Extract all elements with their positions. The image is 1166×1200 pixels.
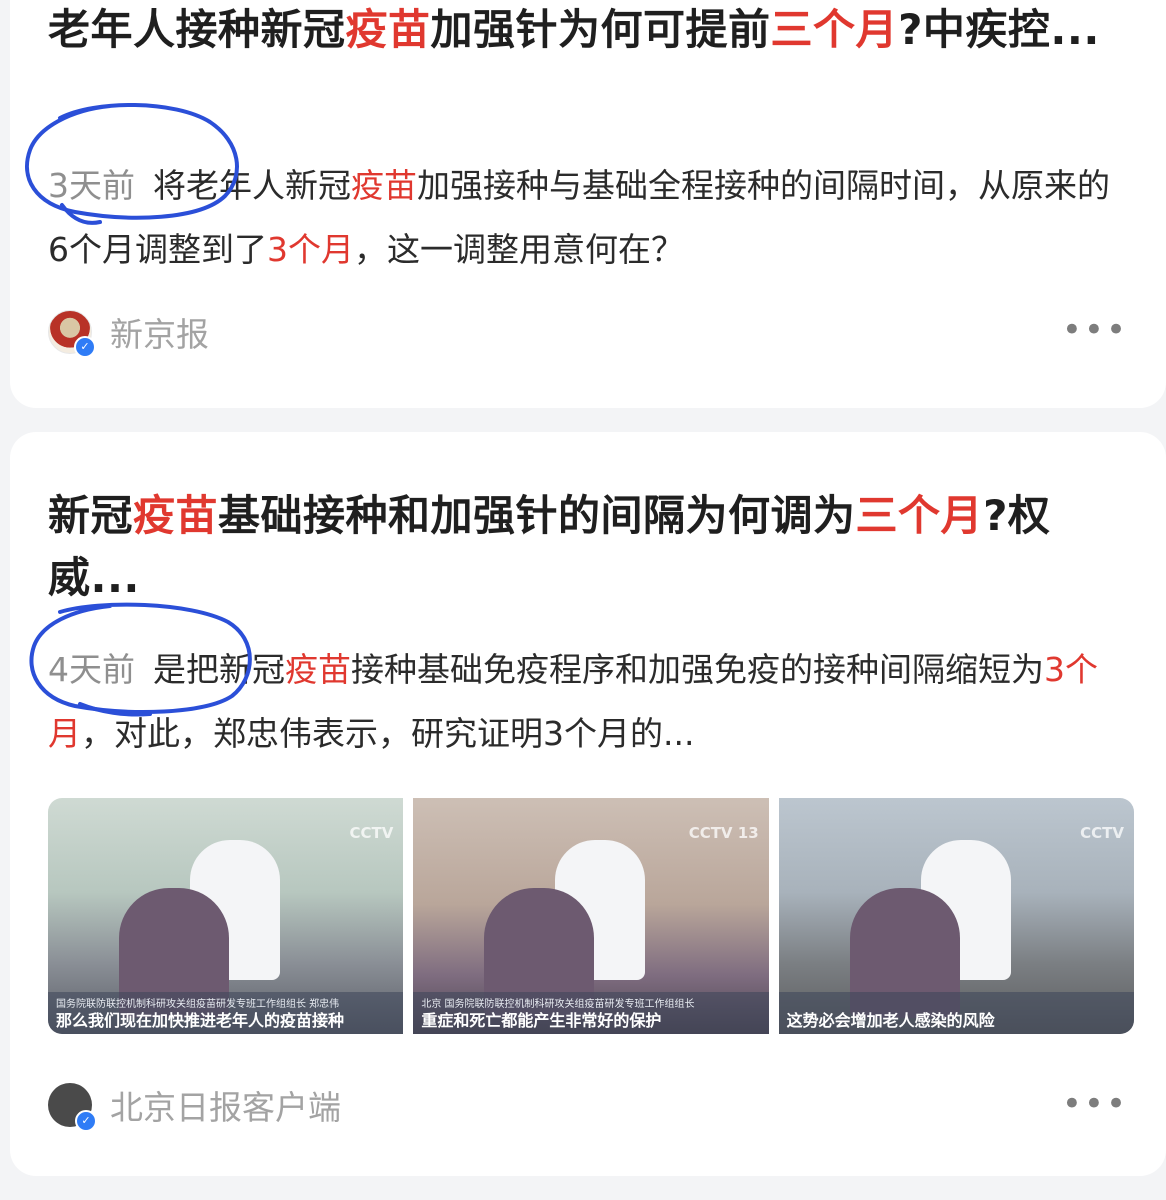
video-caption: 重症和死亡都能产生非常好的保护	[421, 1011, 662, 1030]
cctv-logo: CCTV	[1080, 824, 1124, 842]
title-highlight: 疫苗	[133, 491, 219, 540]
news-card-2[interactable]: 新冠疫苗基础接种和加强针的间隔为何调为三个月?权威... 4天前 是把新冠疫苗接种…	[10, 432, 1166, 1176]
summary-segment: ，这一调整用意何在？	[354, 230, 684, 269]
publish-time: 4天前	[48, 650, 135, 689]
image-gallery[interactable]: CCTV 国务院联防联控机制科研攻关组疫苗研发专班工作组组长 郑忠伟 那么我们现…	[48, 798, 1134, 1034]
source-row[interactable]: ✓ 北京日报客户端	[48, 1080, 341, 1132]
title-segment: 新冠	[48, 491, 134, 540]
source-name[interactable]: 新京报	[110, 308, 209, 356]
video-caption: 这势必会增加老人感染的风险	[786, 1011, 995, 1030]
summary-segment: ，对此，郑忠伟表示，研究证明3个月的...	[81, 714, 695, 753]
title-segment: 加强针为何可提前	[430, 5, 771, 54]
thumbnail-image[interactable]: CCTV 这势必会增加老人感染的风险	[778, 798, 1134, 1034]
source-row[interactable]: ✓ 新京报	[48, 307, 209, 358]
article-title[interactable]: 新冠疫苗基础接种和加强针的间隔为何调为三个月?权威...	[48, 485, 1133, 609]
cctv-logo: CCTV 13	[688, 824, 759, 842]
cctv-logo: CCTV	[349, 824, 394, 842]
news-card-1[interactable]: 老年人接种新冠疫苗加强针为何可提前三个月?中疾控... 3天前 将老年人新冠疫苗加…	[10, 0, 1166, 408]
verified-badge-icon: ✓	[75, 1110, 97, 1132]
title-segment: 老年人接种新冠	[48, 5, 346, 54]
summary-segment: 将老年人新冠	[153, 166, 351, 205]
summary-segment: 是把新冠	[153, 650, 285, 689]
more-options-icon[interactable]: •••	[1062, 1084, 1128, 1124]
title-segment: 基础接种和加强针的间隔为何调为	[218, 491, 856, 540]
summary-highlight: 疫苗	[351, 166, 417, 205]
article-summary: 4天前 是把新冠疫苗接种基础免疫程序和加强免疫的接种间隔缩短为3个月，对此，郑忠伟…	[48, 638, 1128, 766]
source-name[interactable]: 北京日报客户端	[110, 1081, 341, 1129]
title-segment: ?中疾控...	[898, 5, 1100, 54]
source-avatar[interactable]: ✓	[48, 310, 96, 358]
title-highlight: 三个月	[855, 491, 984, 540]
source-avatar[interactable]: ✓	[48, 1083, 97, 1132]
more-options-icon[interactable]: •••	[1062, 310, 1128, 350]
title-highlight: 疫苗	[345, 5, 431, 54]
article-title[interactable]: 老年人接种新冠疫苗加强针为何可提前三个月?中疾控...	[48, 0, 1133, 61]
thumbnail-image[interactable]: CCTV 13 北京 国务院联防联控机制科研攻关组疫苗研发专班工作组组长 重症和…	[413, 798, 769, 1034]
summary-highlight: 3个月	[267, 230, 354, 269]
thumbnail-image[interactable]: CCTV 国务院联防联控机制科研攻关组疫苗研发专班工作组组长 郑忠伟 那么我们现…	[48, 798, 404, 1034]
summary-highlight: 疫苗	[285, 650, 351, 689]
publish-time: 3天前	[48, 166, 135, 205]
verified-badge-icon: ✓	[74, 336, 96, 358]
summary-segment: 接种基础免疫程序和加强免疫的接种间隔缩短为	[351, 650, 1044, 689]
title-highlight: 三个月	[770, 5, 899, 54]
video-caption: 那么我们现在加快推进老年人的疫苗接种	[56, 1011, 345, 1030]
article-summary: 3天前 将老年人新冠疫苗加强接种与基础全程接种的间隔时间，从原来的6个月调整到了3…	[48, 154, 1128, 282]
